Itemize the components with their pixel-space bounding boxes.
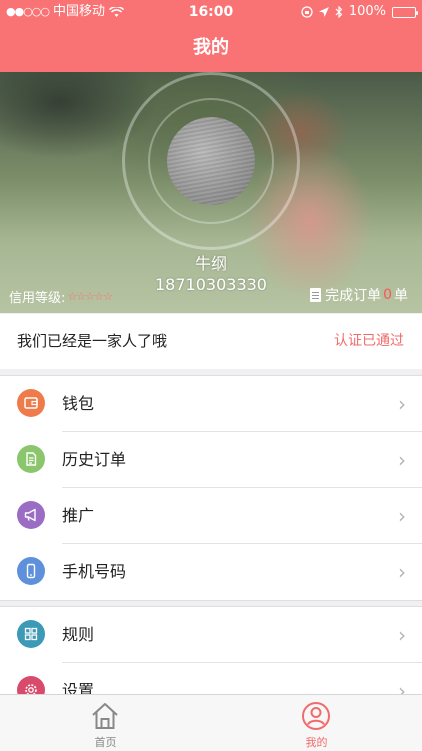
avatar[interactable] xyxy=(167,117,255,205)
menu-item-history-orders[interactable]: 历史订单 › xyxy=(0,432,422,488)
user-name: 牛纲 xyxy=(194,254,227,273)
orders-count: 0 xyxy=(383,287,392,303)
menu-item-phone-number[interactable]: 手机号码 › xyxy=(0,544,422,600)
history-order-icon xyxy=(17,445,45,473)
page-title: 我的 xyxy=(193,37,229,58)
chevron-right-icon: › xyxy=(398,504,406,528)
profile-banner: 牛纲 18710303330 信用等级: ☆☆☆☆☆ 完成订单 0 单 xyxy=(0,72,422,313)
completed-orders: 完成订单 0 单 xyxy=(310,285,408,305)
chevron-right-icon: › xyxy=(398,448,406,472)
orders-prefix: 完成订单 xyxy=(325,288,382,304)
bluetooth-icon xyxy=(335,6,343,18)
tab-bar: 首页 我的 xyxy=(0,694,422,751)
chevron-right-icon: › xyxy=(398,560,406,584)
user-profile-icon xyxy=(302,702,330,730)
megaphone-icon xyxy=(17,501,45,529)
orders-suffix: 单 xyxy=(394,288,408,304)
menu-item-label: 规则 xyxy=(62,625,95,644)
menu-item-promotion[interactable]: 推广 › xyxy=(0,488,422,544)
family-verification-row: 我们已经是一家人了哦 认证已通过 xyxy=(0,314,422,369)
chevron-right-icon: › xyxy=(398,623,406,647)
status-bar: ●●○○○ 中国移动 16:00 100% xyxy=(0,0,422,24)
tab-mine-label: 我的 xyxy=(305,736,328,749)
chevron-right-icon: › xyxy=(398,392,406,416)
home-icon xyxy=(92,703,118,729)
document-icon xyxy=(310,288,322,302)
header-bar: ●●○○○ 中国移动 16:00 100% 我的 xyxy=(0,0,422,72)
menu-item-label: 钱包 xyxy=(62,394,95,413)
menu-item-wallet[interactable]: 钱包 › xyxy=(0,376,422,432)
verification-status: 认证已通过 xyxy=(334,333,404,349)
family-message: 我们已经是一家人了哦 xyxy=(17,332,168,350)
rotation-lock-icon xyxy=(301,6,313,18)
grid-icon xyxy=(17,620,45,648)
menu-item-label: 推广 xyxy=(62,506,95,525)
credit-label: 信用等级: xyxy=(9,291,66,306)
menu-item-label: 手机号码 xyxy=(62,562,127,581)
wallet-icon xyxy=(17,389,45,417)
battery-percent: 100% xyxy=(348,4,386,19)
location-arrow-icon xyxy=(318,7,329,17)
battery-icon xyxy=(392,6,418,18)
menu-item-rules[interactable]: 规则 › xyxy=(0,607,422,663)
credit-stars-icon: ☆☆☆☆☆ xyxy=(67,290,112,303)
mobile-phone-icon xyxy=(17,557,45,585)
credit-level: 信用等级: ☆☆☆☆☆ xyxy=(9,287,113,306)
tab-home[interactable]: 首页 xyxy=(0,695,211,751)
menu-item-label: 历史订单 xyxy=(62,450,127,469)
tab-home-label: 首页 xyxy=(94,736,117,749)
tab-mine[interactable]: 我的 xyxy=(211,695,422,751)
menu-group-account: 钱包 › 历史订单 › 推广 › 手机号码 › xyxy=(0,375,422,601)
